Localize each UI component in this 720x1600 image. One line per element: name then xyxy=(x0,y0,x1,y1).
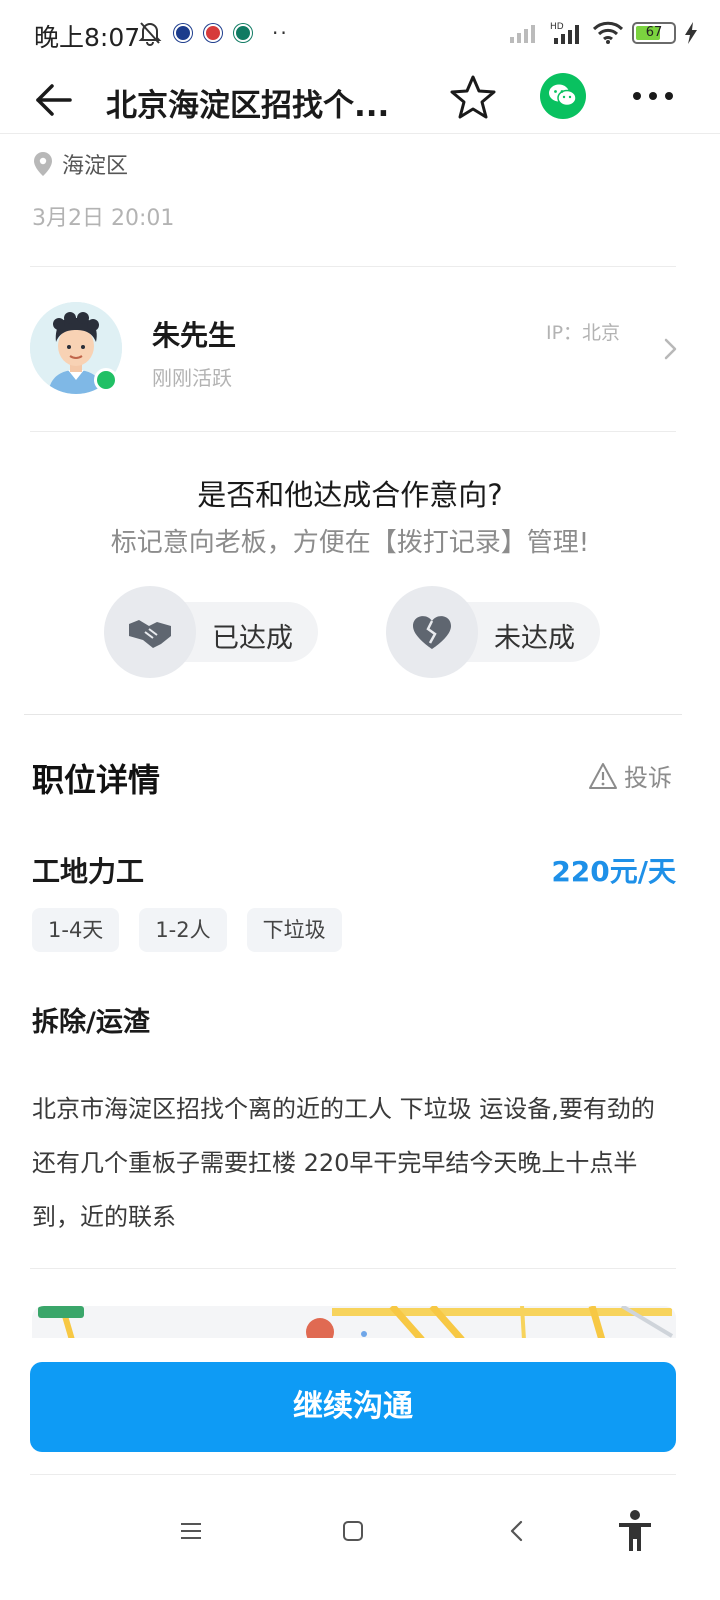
signal-hd-icon: HD xyxy=(550,22,579,44)
more-notifications-icon: ·· xyxy=(272,21,289,45)
charging-icon xyxy=(685,22,697,44)
back-button[interactable] xyxy=(30,76,78,124)
bottom-action-bar: 继续沟通 xyxy=(0,1338,720,1474)
map-preview[interactable] xyxy=(32,1306,676,1340)
agreement-not-reached-label: 未达成 xyxy=(494,623,575,654)
divider xyxy=(30,1268,676,1269)
divider xyxy=(30,431,676,432)
job-pay: 220元/天 xyxy=(551,855,676,888)
wechat-icon xyxy=(549,84,577,107)
chevron-left-icon xyxy=(510,1520,523,1542)
job-description: 北京市海淀区招找个离的近的工人 下垃圾 运设备,要有劲的还有几个重板子需要扛楼 … xyxy=(32,1095,655,1231)
boss-active-status: 刚刚活跃 xyxy=(152,366,232,390)
boss-ip-location: IP：北京 xyxy=(546,322,621,344)
favorite-button[interactable] xyxy=(448,72,498,122)
menu-icon xyxy=(181,1523,201,1539)
wechat-share-button[interactable] xyxy=(540,73,586,119)
star-icon xyxy=(450,75,496,119)
cooperation-hint: 标记意向老板，方便在【拨打记录】管理! xyxy=(110,528,590,558)
report-button[interactable]: 投诉 xyxy=(588,758,672,793)
divider xyxy=(30,1474,676,1475)
app-notification-icon xyxy=(204,24,222,42)
top-nav-bar: 北京海淀区招找个... xyxy=(0,68,720,134)
cooperation-question: 是否和他达成合作意向? xyxy=(197,478,503,512)
agreement-reached-label: 已达成 xyxy=(212,623,293,654)
svg-text:HD: HD xyxy=(550,22,564,32)
more-dots-icon xyxy=(633,92,673,100)
continue-chat-button[interactable]: 继续沟通 xyxy=(30,1362,676,1452)
accessibility-icon xyxy=(619,1510,651,1551)
section-divider xyxy=(24,714,682,715)
job-tag: 1-4天 xyxy=(32,908,120,952)
job-category: 拆除/运渣 xyxy=(32,1007,150,1038)
status-bar: 晚上8:07 ·· HD 67 xyxy=(0,0,720,68)
job-tag: 下垃圾 xyxy=(246,908,342,952)
wifi-icon xyxy=(592,21,624,44)
map-illustration xyxy=(32,1306,676,1340)
more-options-button[interactable] xyxy=(628,74,678,118)
chevron-right-icon xyxy=(660,336,680,362)
app-notification-icon xyxy=(174,24,192,42)
section-title-job-details: 职位详情 xyxy=(32,761,161,799)
online-status-dot xyxy=(94,368,118,392)
system-back-button[interactable] xyxy=(492,1506,542,1556)
bell-off-icon xyxy=(138,22,162,46)
boss-profile-card[interactable] xyxy=(30,290,680,410)
handshake-icon xyxy=(104,586,196,678)
broken-heart-icon xyxy=(386,586,478,678)
signal-icon xyxy=(510,25,535,43)
system-navigation-bar xyxy=(0,1480,720,1600)
job-tags: 1-4天 1-2人 下垃圾 xyxy=(32,908,342,952)
app-notification-icon xyxy=(234,24,252,42)
agreement-reached-button[interactable]: 已达成 xyxy=(104,586,318,678)
agreement-not-reached-button[interactable]: 未达成 xyxy=(386,586,600,678)
status-time: 晚上8:07 xyxy=(34,23,141,52)
post-time: 3月2日 20:01 xyxy=(32,206,175,231)
battery-percent: 67 xyxy=(645,25,663,40)
divider xyxy=(30,266,676,267)
job-title: 工地力工 xyxy=(32,855,145,888)
arrow-left-icon xyxy=(36,84,72,116)
battery-icon: 67 xyxy=(632,22,676,44)
job-tag: 1-2人 xyxy=(139,908,227,952)
location-row: 海淀区 xyxy=(34,148,128,180)
square-icon xyxy=(343,1521,363,1541)
home-button[interactable] xyxy=(328,1506,378,1556)
page-title: 北京海淀区招找个... xyxy=(106,88,390,124)
recent-apps-button[interactable] xyxy=(166,1506,216,1556)
warning-icon xyxy=(589,762,617,789)
report-label: 投诉 xyxy=(624,764,672,792)
boss-name: 朱先生 xyxy=(152,319,237,352)
notification-icons: ·· xyxy=(138,20,289,46)
status-right: HD 67 xyxy=(508,20,698,46)
location-text: 海淀区 xyxy=(62,154,129,179)
accessibility-button[interactable] xyxy=(610,1506,660,1556)
location-pin-icon xyxy=(34,152,52,176)
